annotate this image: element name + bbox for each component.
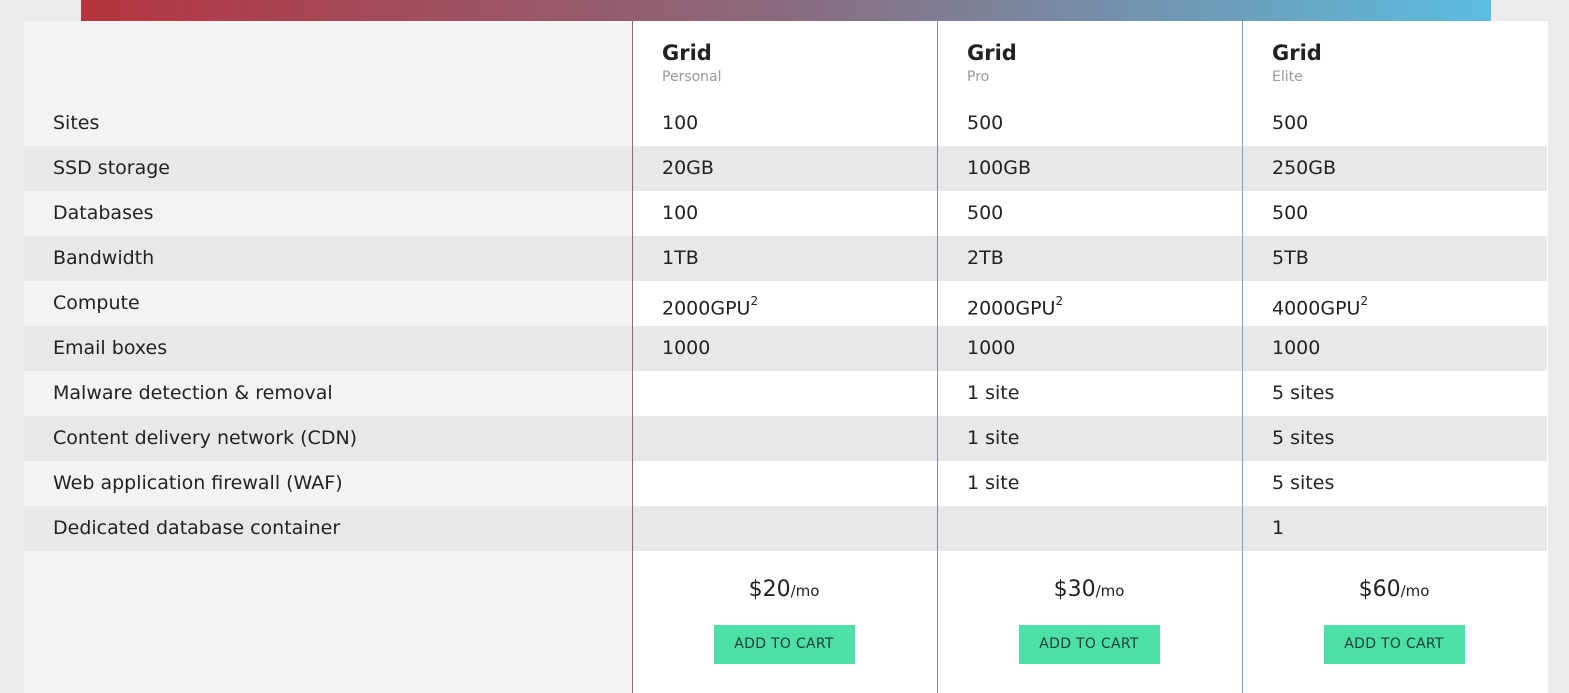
feature-value-pro: 1 site bbox=[967, 427, 1020, 449]
feature-value-elite: 500 bbox=[1272, 112, 1309, 134]
feature-value-pro: 2000GPU2 bbox=[967, 281, 1063, 331]
feature-label: Bandwidth bbox=[53, 247, 155, 269]
feature-value-elite: 5 sites bbox=[1272, 472, 1335, 494]
feature-value-elite: 5 sites bbox=[1272, 382, 1335, 404]
plan-name: Grid bbox=[967, 41, 1017, 65]
plan-tier: Pro bbox=[967, 69, 990, 85]
feature-value-personal: 1TB bbox=[662, 247, 699, 269]
add-to-cart-button-elite[interactable]: ADD TO CART bbox=[1323, 625, 1465, 664]
feature-row-bandwidth: Bandwidth 1TB 2TB 5TB bbox=[24, 236, 1547, 281]
add-to-cart-button-pro[interactable]: ADD TO CART bbox=[1018, 625, 1160, 664]
feature-value-pro: 500 bbox=[967, 202, 1004, 224]
plan-price: $30/mo bbox=[937, 576, 1241, 605]
footnote-marker: 2 bbox=[1055, 294, 1064, 308]
footnote-marker: 2 bbox=[750, 294, 759, 308]
plan-name: Grid bbox=[662, 41, 712, 65]
plan-comparison-table: Grid Personal Grid Pro Grid Elite Sites … bbox=[24, 21, 1548, 693]
feature-label: Databases bbox=[53, 202, 154, 224]
feature-value-elite: 5TB bbox=[1272, 247, 1309, 269]
feature-value-personal: 20GB bbox=[662, 157, 714, 179]
feature-rows: Sites 100 500 500 SSD storage 20GB 100GB… bbox=[24, 101, 1547, 551]
feature-value-personal: 100 bbox=[662, 202, 699, 224]
feature-label: Web application firewall (WAF) bbox=[53, 472, 343, 494]
feature-row-cdn: Content delivery network (CDN) 1 site 5 … bbox=[24, 416, 1547, 461]
plan-header: Grid Personal bbox=[662, 41, 722, 85]
feature-label: Malware detection & removal bbox=[53, 382, 333, 404]
feature-value-pro: 500 bbox=[967, 112, 1004, 134]
feature-value-pro: 2TB bbox=[967, 247, 1004, 269]
feature-label: Dedicated database container bbox=[53, 517, 341, 539]
feature-label: Email boxes bbox=[53, 337, 168, 359]
plan-header: Grid Pro bbox=[967, 41, 1017, 85]
price-amount: $30 bbox=[1053, 577, 1096, 602]
price-block-pro: $30/mo ADD TO CART bbox=[937, 576, 1241, 664]
footnote-marker: 2 bbox=[1360, 294, 1369, 308]
plan-header: Grid Elite bbox=[1272, 41, 1322, 85]
plan-tier: Personal bbox=[662, 69, 722, 85]
price-period: /mo bbox=[790, 582, 820, 600]
price-amount: $60 bbox=[1358, 577, 1401, 602]
feature-value-pro: 1000 bbox=[967, 337, 1016, 359]
feature-value-elite: 1 bbox=[1272, 517, 1285, 539]
add-to-cart-button-personal[interactable]: ADD TO CART bbox=[713, 625, 855, 664]
price-amount: $20 bbox=[748, 577, 791, 602]
compute-value: 2000GPU bbox=[662, 297, 751, 320]
plan-price: $20/mo bbox=[632, 576, 936, 605]
feature-value-elite: 5 sites bbox=[1272, 427, 1335, 449]
feature-row-waf: Web application firewall (WAF) 1 site 5 … bbox=[24, 461, 1547, 506]
price-block-personal: $20/mo ADD TO CART bbox=[632, 576, 936, 664]
feature-value-pro: 1 site bbox=[967, 472, 1020, 494]
feature-value-personal: 2000GPU2 bbox=[662, 281, 758, 331]
feature-value-personal: 100 bbox=[662, 112, 699, 134]
feature-row-ssd-storage: SSD storage 20GB 100GB 250GB bbox=[24, 146, 1547, 191]
feature-label: SSD storage bbox=[53, 157, 170, 179]
header-gradient-bar bbox=[81, 0, 1491, 21]
compute-value: 4000GPU bbox=[1272, 297, 1361, 320]
compute-value: 2000GPU bbox=[967, 297, 1056, 320]
feature-row-malware: Malware detection & removal 1 site 5 sit… bbox=[24, 371, 1547, 416]
feature-label: Sites bbox=[53, 112, 100, 134]
price-block-elite: $60/mo ADD TO CART bbox=[1242, 576, 1546, 664]
price-period: /mo bbox=[1400, 582, 1430, 600]
feature-row-email-boxes: Email boxes 1000 1000 1000 bbox=[24, 326, 1547, 371]
feature-row-databases: Databases 100 500 500 bbox=[24, 191, 1547, 236]
feature-value-elite: 1000 bbox=[1272, 337, 1321, 359]
feature-value-elite: 500 bbox=[1272, 202, 1309, 224]
feature-row-dedicated-db: Dedicated database container 1 bbox=[24, 506, 1547, 551]
feature-label: Compute bbox=[53, 292, 140, 314]
feature-value-elite: 4000GPU2 bbox=[1272, 281, 1368, 331]
plan-name: Grid bbox=[1272, 41, 1322, 65]
feature-value-personal: 1000 bbox=[662, 337, 711, 359]
feature-value-pro: 1 site bbox=[967, 382, 1020, 404]
price-period: /mo bbox=[1095, 582, 1125, 600]
feature-value-elite: 250GB bbox=[1272, 157, 1337, 179]
feature-row-sites: Sites 100 500 500 bbox=[24, 101, 1547, 146]
feature-label: Content delivery network (CDN) bbox=[53, 427, 358, 449]
plan-tier: Elite bbox=[1272, 69, 1303, 85]
feature-row-compute: Compute 2000GPU2 2000GPU2 4000GPU2 bbox=[24, 281, 1547, 326]
feature-value-pro: 100GB bbox=[967, 157, 1032, 179]
plan-price: $60/mo bbox=[1242, 576, 1546, 605]
